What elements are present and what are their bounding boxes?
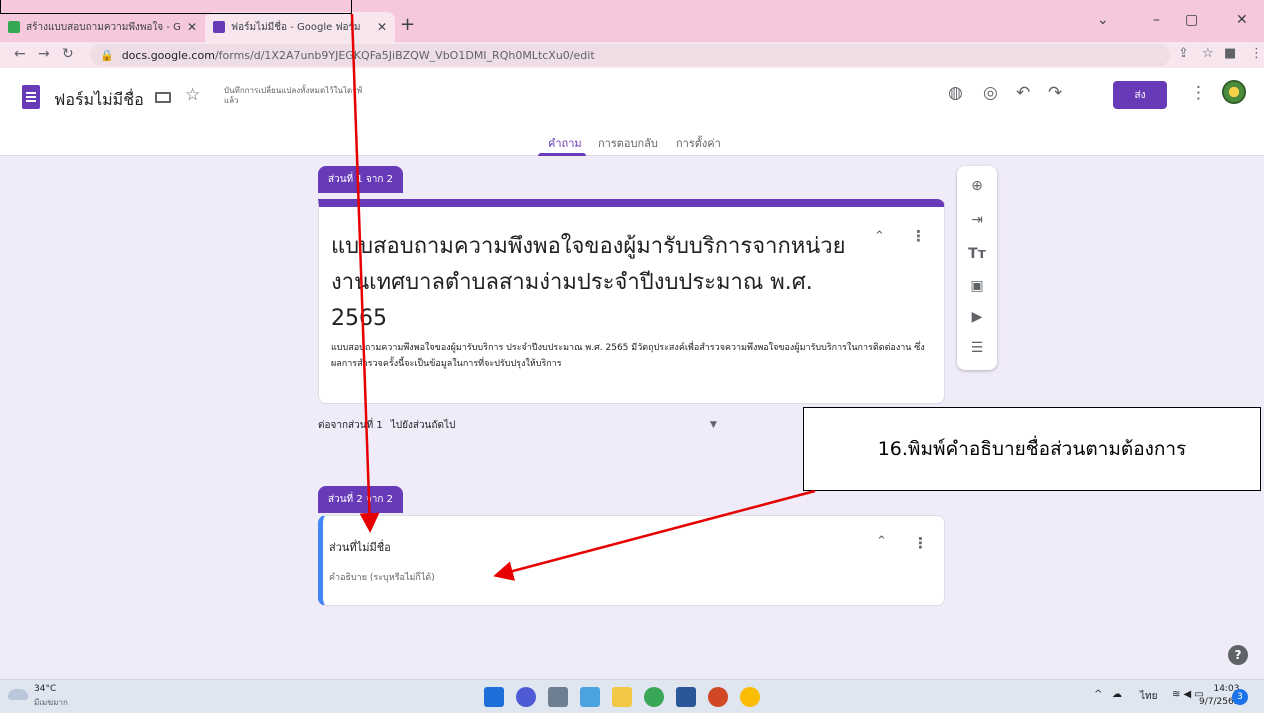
section-1-description[interactable]: แบบสอบถามความพึงพอใจของผู้มารับบริการ ปร… — [331, 340, 931, 372]
active-tab-indicator — [538, 153, 586, 156]
tab-responses[interactable]: การตอบกลับ — [598, 134, 658, 152]
forms-favicon-icon — [213, 21, 225, 33]
chat-icon[interactable] — [516, 687, 536, 707]
input-language[interactable]: ไทย — [1140, 689, 1157, 704]
after-section-label: ต่อจากส่วนที่ 1 — [318, 420, 383, 431]
more-options-icon[interactable]: ⋮ — [911, 227, 926, 245]
url-field[interactable]: 🔒 docs.google.com/forms/d/1X2A7unb9YJEGK… — [90, 44, 1170, 66]
preview-eye-icon[interactable]: ◎ — [983, 83, 998, 103]
section-1-label: ส่วนที่ 1 จาก 2 — [318, 166, 403, 193]
more-options-icon[interactable]: ⋮ — [1190, 83, 1207, 103]
after-section-navigation[interactable]: ต่อจากส่วนที่ 1 ไปยังส่วนถัดไป — [318, 418, 455, 433]
annotation-callout: 16.พิมพ์คำอธิบายชื่อส่วนตามต้องการ — [803, 407, 1261, 491]
annotation-box-top — [0, 0, 352, 14]
tab-settings[interactable]: การตั้งค่า — [676, 134, 721, 152]
windows-taskbar: 34°C มีเมฆมาก ^ ☁ ไทย ≋ ◀ ▭ 14:03 9/7/25… — [0, 679, 1264, 713]
tab-title: สร้างแบบสอบถามความพึงพอใจ - Goo — [26, 21, 181, 33]
section-2-title[interactable]: ส่วนที่ไม่มีชื่อ — [329, 538, 391, 556]
forward-icon[interactable]: → — [38, 46, 50, 62]
windows-start-icon[interactable] — [484, 687, 504, 707]
google-forms-logo-icon[interactable] — [22, 85, 40, 109]
restore-icon[interactable]: ▢ — [1185, 12, 1198, 28]
add-video-icon[interactable]: ▶ — [957, 309, 997, 325]
photos-icon[interactable] — [580, 687, 600, 707]
collapse-icon[interactable]: ⌃ — [876, 534, 887, 549]
menu-kebab-icon[interactable]: ⋮ — [1250, 46, 1263, 61]
add-section-icon[interactable]: ☰ — [957, 340, 997, 356]
star-icon[interactable]: ☆ — [185, 85, 200, 105]
forms-header: ฟอร์มไม่มีชื่อ ☆ บันทึกการเปลี่ยนแปลงทั้… — [0, 68, 1264, 156]
section-2-label: ส่วนที่ 2 จาก 2 — [318, 486, 403, 513]
close-tab-icon[interactable]: ✕ — [377, 20, 387, 34]
tray-overflow-icon[interactable]: ^ — [1094, 689, 1102, 700]
back-icon[interactable]: ← — [14, 46, 26, 62]
after-section-choice: ไปยังส่วนถัดไป — [390, 420, 456, 431]
more-options-icon[interactable]: ⋮ — [913, 534, 928, 552]
section-2-description-field[interactable]: คำอธิบาย (ระบุหรือไม่ก็ได้) — [329, 570, 435, 584]
browser-tab-survey[interactable]: สร้างแบบสอบถามความพึงพอใจ - Goo ✕ — [0, 12, 205, 42]
folder-icon[interactable] — [155, 92, 171, 103]
reload-icon[interactable]: ↻ — [62, 46, 74, 62]
tab-title: ฟอร์มไม่มีชื่อ - Google ฟอร์ม — [231, 21, 361, 33]
form-tabs: คำถาม การตอบกลับ การตั้งค่า — [0, 128, 1264, 156]
saved-status: บันทึกการเปลี่ยนแปลงทั้งหมดไว้ในไดรฟ์แล้… — [224, 86, 363, 105]
redo-icon[interactable]: ↷ — [1048, 83, 1062, 103]
add-question-icon[interactable]: ⊕ — [957, 178, 997, 194]
weather-cloud-icon[interactable] — [8, 689, 28, 700]
add-title-icon[interactable]: Tт — [957, 246, 997, 262]
close-window-icon[interactable]: ✕ — [1236, 12, 1248, 28]
url-host: docs.google.com — [121, 48, 215, 62]
undo-icon[interactable]: ↶ — [1016, 83, 1030, 103]
word-icon[interactable] — [676, 687, 696, 707]
chrome-canary-icon[interactable] — [740, 687, 760, 707]
minimize-icon[interactable]: – — [1153, 12, 1160, 28]
weather-temperature[interactable]: 34°C — [34, 684, 56, 694]
avatar[interactable] — [1222, 80, 1246, 104]
chevron-down-icon[interactable]: ⌄ — [1097, 12, 1109, 28]
section-2-card[interactable]: ส่วนที่ไม่มีชื่อ ⌃ ⋮ คำอธิบาย (ระบุหรือไ… — [318, 515, 945, 606]
lock-icon: 🔒 — [100, 48, 114, 62]
collapse-icon[interactable]: ⌃ — [874, 229, 885, 244]
onedrive-icon[interactable]: ☁ — [1112, 689, 1122, 700]
section-1-card[interactable]: แบบสอบถามความพึงพอใจของผู้มารับบริการจาก… — [318, 199, 945, 404]
close-tab-icon[interactable]: ✕ — [187, 20, 197, 34]
import-questions-icon[interactable]: ⇥ — [957, 212, 997, 228]
bookmark-star-icon[interactable]: ☆ — [1202, 46, 1214, 61]
document-title[interactable]: ฟอร์มไม่มีชื่อ — [54, 88, 144, 113]
address-bar-row: ← → ↻ 🔒 docs.google.com/forms/d/1X2A7unb… — [0, 42, 1264, 68]
share-icon[interactable]: ⇪ — [1178, 46, 1189, 61]
calculator-icon[interactable] — [548, 687, 568, 707]
new-tab-button[interactable]: + — [400, 14, 415, 35]
add-image-icon[interactable]: ▣ — [957, 278, 997, 294]
powerpoint-icon[interactable] — [708, 687, 728, 707]
extensions-icon[interactable]: ■ — [1224, 46, 1236, 61]
dropdown-arrow-icon[interactable]: ▼ — [710, 420, 717, 430]
section-1-title[interactable]: แบบสอบถามความพึงพอใจของผู้มารับบริการจาก… — [331, 229, 851, 337]
url-path: /forms/d/1X2A7unb9YJEGKQFa5JiBZQW_VbO1DM… — [214, 48, 595, 62]
floating-toolbar: ⊕ ⇥ Tт ▣ ▶ ☰ — [957, 166, 997, 370]
help-icon[interactable]: ? — [1228, 645, 1248, 665]
drive-favicon-icon — [8, 21, 20, 33]
browser-tab-form[interactable]: ฟอร์มไม่มีชื่อ - Google ฟอร์ม ✕ — [205, 12, 395, 42]
send-button[interactable]: ส่ง — [1113, 81, 1167, 109]
notification-badge[interactable]: 3 — [1232, 689, 1248, 705]
palette-icon[interactable]: ◍ — [948, 83, 963, 103]
tab-questions[interactable]: คำถาม — [548, 134, 582, 152]
file-explorer-icon[interactable] — [612, 687, 632, 707]
weather-description[interactable]: มีเมฆมาก — [34, 696, 68, 709]
chrome-icon[interactable] — [644, 687, 664, 707]
